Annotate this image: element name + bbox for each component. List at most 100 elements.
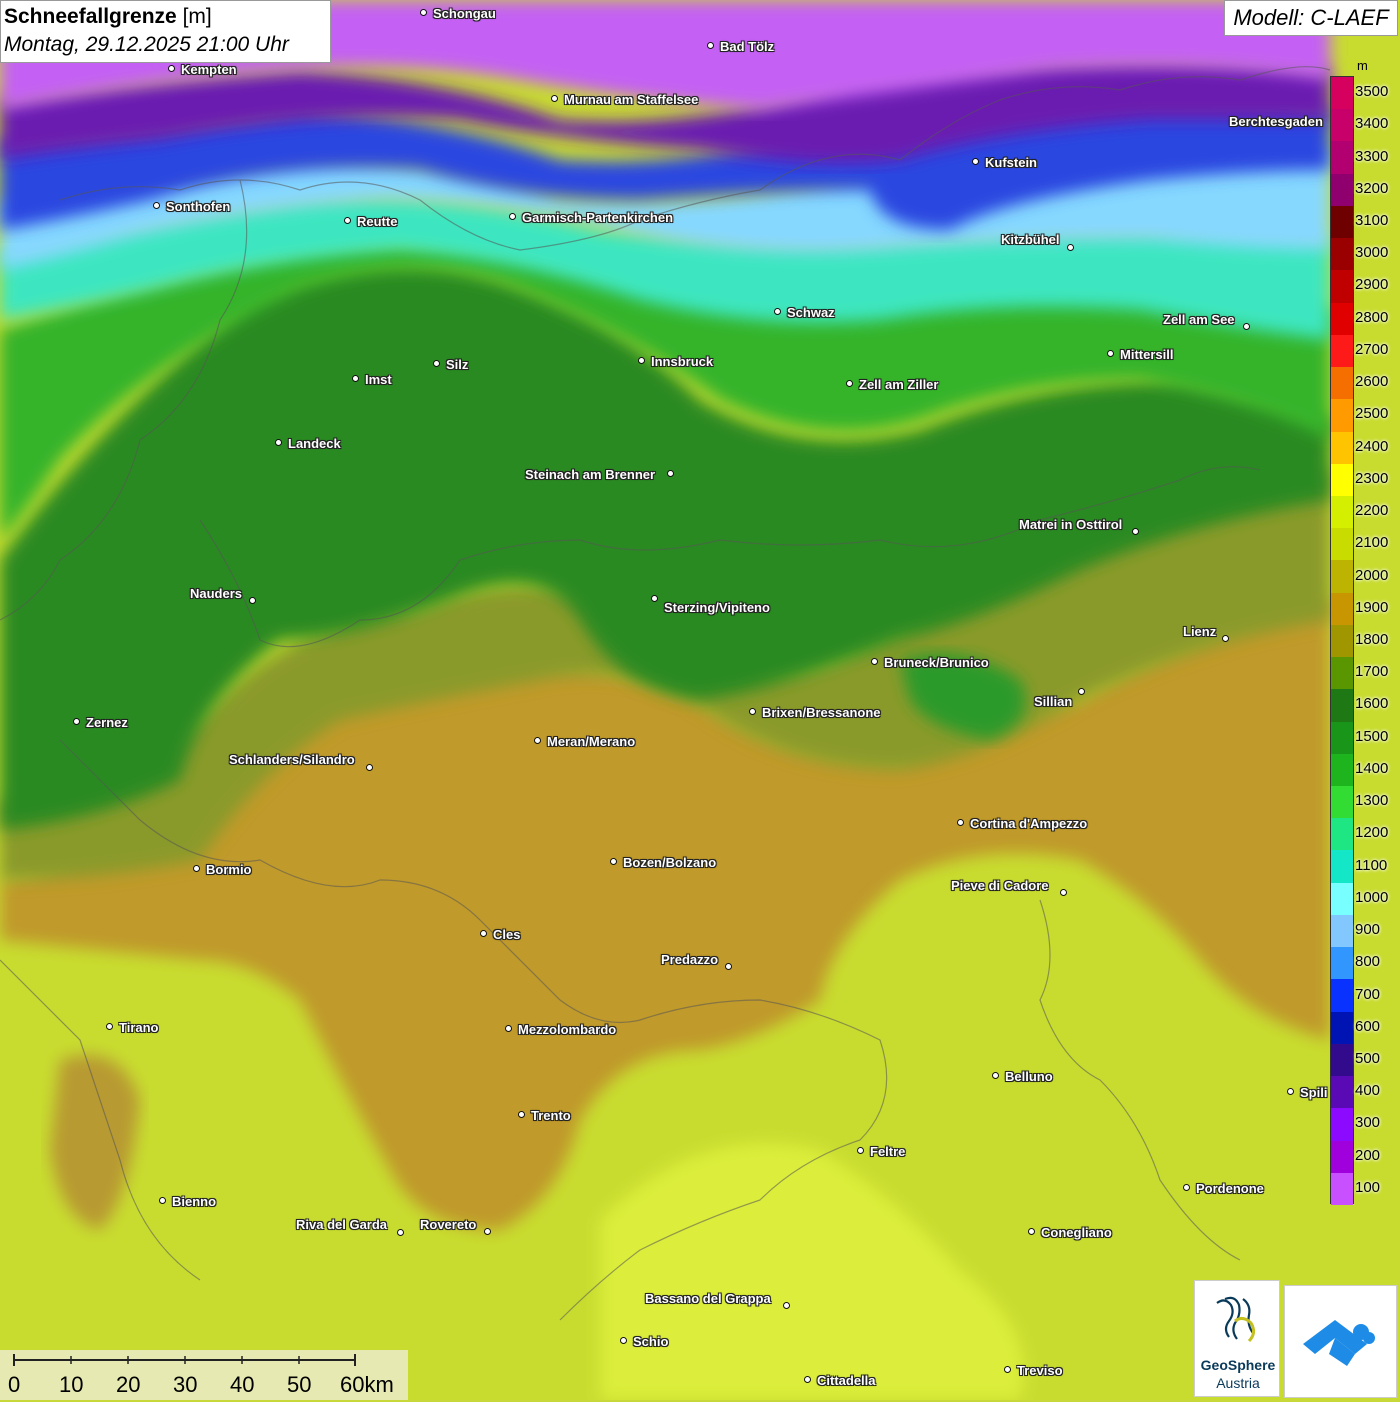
geosphere-logo[interactable]: GeoSphere Austria [1194,1280,1280,1397]
city-marker [73,718,80,725]
legend-swatch [1331,302,1353,336]
city-marker [749,708,756,715]
city-label: Nauders [190,586,243,601]
city-label: Landeck [288,436,341,451]
map-datetime: Montag, 29.12.2025 21:00 Uhr [4,33,289,56]
city-marker [1183,1184,1190,1191]
legend-label: 2700 [1355,340,1389,358]
city-marker [1060,889,1067,896]
legend-label: 2500 [1355,405,1389,423]
city-label: Kufstein [985,155,1037,170]
legend-label: 900 [1355,921,1381,939]
legend-swatch [1331,1043,1353,1077]
city-label: Sillian [1034,694,1073,709]
city-label: Silz [446,357,469,372]
city-label: Reutte [357,214,398,229]
city-label: Steinach am Brenner [525,467,656,482]
city-label: Conegliano [1041,1225,1112,1240]
city-marker [518,1111,525,1118]
city-label: Bruneck/Brunico [884,655,989,670]
legend-swatch [1331,947,1353,980]
city-label: Brixen/Bressanone [762,705,881,720]
city-marker [774,308,781,315]
city-marker [249,597,256,604]
city-label: Murnau am Staffelsee [564,92,699,107]
city-label: Zernez [86,715,128,730]
scale-label: 10 [59,1372,84,1397]
city-marker [420,9,427,16]
legend-swatch [1331,367,1353,400]
legend-label: 1100 [1355,856,1388,874]
legend-swatch [1331,818,1353,851]
city-label: Garmisch-Partenkirchen [522,210,674,225]
legend-swatch [1331,1108,1353,1142]
city-label: Riva del Garda [296,1217,388,1232]
city-label: Zell am Ziller [859,377,939,392]
city-label: Treviso [1017,1363,1063,1378]
color-legend [1330,76,1354,1206]
legend-label: 2900 [1355,276,1389,294]
city-label: Kempten [181,62,237,77]
city-label: Mittersill [1120,347,1174,362]
city-marker [106,1023,113,1030]
city-label: Pordenone [1196,1181,1264,1196]
city-marker [1078,688,1085,695]
legend-label: 2000 [1355,566,1389,584]
legend-label: 200 [1355,1146,1381,1164]
city-label: Schlanders/Silandro [229,752,355,767]
city-label: Sterzing/Vipiteno [664,600,770,615]
legend-swatch [1331,1076,1353,1109]
legend-label: 2600 [1355,373,1389,391]
city-label: Zell am See [1163,312,1235,327]
city-marker [1004,1366,1011,1373]
legend-swatch [1331,399,1353,432]
city-label: Schio [633,1334,669,1349]
legend-label: 500 [1355,1049,1381,1067]
legend-swatch [1331,141,1353,175]
city-label: Sonthofen [166,199,231,214]
legend-label: 1000 [1355,888,1389,906]
city-marker [153,202,160,209]
city-label: Schwaz [787,305,835,320]
scale-label: 20 [116,1372,141,1397]
city-marker [667,470,674,477]
legend-label: 100 [1355,1178,1381,1196]
legend-swatch [1331,528,1353,561]
legend-label: 2400 [1355,437,1389,455]
legend-label: 3200 [1355,179,1389,197]
city-label: Rovereto [420,1217,477,1232]
legend-swatch [1331,753,1353,787]
app-logo-icon [1303,1320,1375,1366]
city-marker [1107,350,1114,357]
city-marker [707,42,714,49]
city-label: Spili [1300,1085,1328,1100]
legend-swatch [1331,463,1353,497]
city-marker [857,1147,864,1154]
map-title: Schneefallgrenze [m] [4,5,212,28]
legend-label: 3500 [1355,83,1389,101]
legend-label: 2100 [1355,534,1389,552]
city-label: Schongau [433,6,496,21]
legend-label: 400 [1355,1082,1381,1100]
city-marker [1287,1088,1294,1095]
city-label: Imst [365,372,392,387]
app-logo[interactable] [1284,1285,1397,1398]
city-marker [1067,244,1074,251]
scale-label: 0 [8,1372,21,1397]
city-marker [366,764,373,771]
city-marker [1243,323,1250,330]
scale-label: 40 [230,1372,255,1397]
map-title-box: Schneefallgrenze [m] Montag, 29.12.2025 … [0,0,331,63]
geosphere-logo-line2: Austria [1216,1375,1260,1391]
city-marker [168,65,175,72]
legend-swatch [1331,592,1353,626]
legend-swatch [1331,721,1353,755]
city-label: Belluno [1005,1069,1053,1084]
city-marker [484,1228,491,1235]
legend-label: 2800 [1355,308,1389,326]
city-label: Lienz [1183,624,1217,639]
city-label: Innsbruck [651,354,714,369]
legend-swatch [1331,238,1353,271]
city-marker [804,1376,811,1383]
geosphere-logo-line1: GeoSphere [1200,1357,1276,1373]
